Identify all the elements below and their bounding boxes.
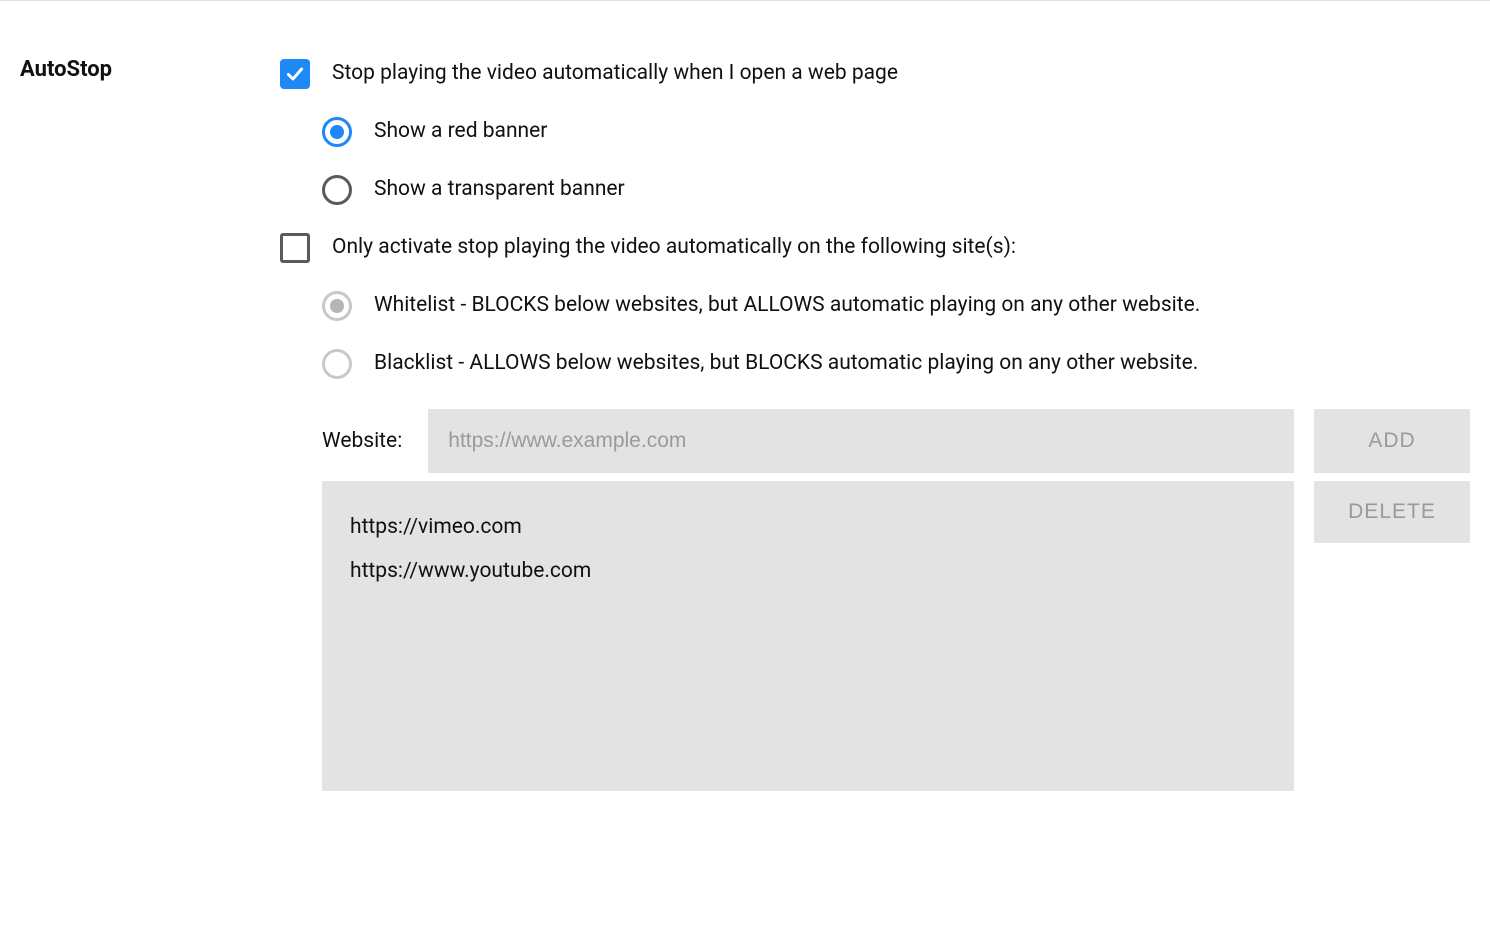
autostop-enable-label: Stop playing the video automatically whe… [332,61,898,86]
banner-red-radio[interactable] [322,117,352,147]
whitelist-radio[interactable] [322,291,352,321]
list-item[interactable]: https://vimeo.com [346,505,1270,549]
whitelist-label: Whitelist - BLOCKS below websites, but A… [374,293,1200,318]
only-sites-checkbox[interactable] [280,233,310,263]
blacklist-radio[interactable] [322,349,352,379]
website-list[interactable]: https://vimeo.com https://www.youtube.co… [322,481,1294,791]
website-field-label: Website: [322,409,408,473]
blacklist-label: Blacklist - ALLOWS below websites, but B… [374,351,1198,376]
banner-transparent-label: Show a transparent banner [374,177,625,202]
autostop-enable-checkbox[interactable] [280,59,310,89]
only-sites-label: Only activate stop playing the video aut… [332,235,1016,260]
list-item[interactable]: https://www.youtube.com [346,549,1270,593]
delete-button[interactable]: DELETE [1314,481,1470,543]
banner-transparent-radio[interactable] [322,175,352,205]
add-button[interactable]: ADD [1314,409,1470,473]
check-icon [285,64,305,84]
website-input[interactable] [428,409,1294,473]
section-divider [0,0,1490,1]
banner-red-label: Show a red banner [374,119,547,144]
section-title: AutoStop [20,29,280,791]
